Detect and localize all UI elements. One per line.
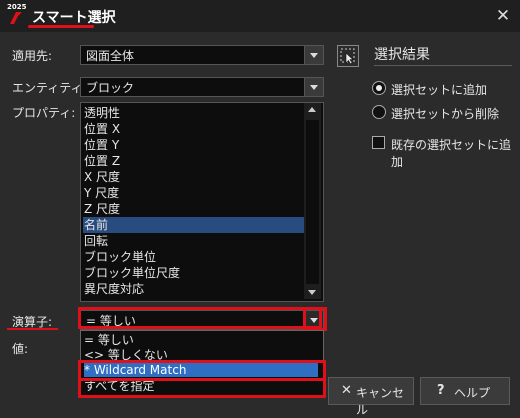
apply-to-value: 図面全体 xyxy=(86,49,135,63)
list-item[interactable]: 位置 Y xyxy=(83,137,305,153)
close-icon: ✕ xyxy=(341,383,352,398)
scrollbar-thumb[interactable] xyxy=(306,120,319,284)
result-divider xyxy=(374,65,512,66)
logo-year: 2025 xyxy=(7,3,27,11)
property-label: プロパティ: xyxy=(12,106,76,120)
chevron-down-icon xyxy=(310,85,318,90)
operator-annotation-underline xyxy=(7,328,58,330)
apply-to-label: 適用先: xyxy=(12,49,53,63)
property-list[interactable]: 透明性 位置 X 位置 Y 位置 Z X 尺度 Y 尺度 Z 尺度 名前 回転 … xyxy=(80,102,324,302)
title-annotation-underline xyxy=(28,25,94,28)
radio-remove-from-selection[interactable] xyxy=(372,105,386,119)
checkbox-append-existing[interactable] xyxy=(372,136,385,149)
list-item[interactable]: X 尺度 xyxy=(83,169,305,185)
radio-add-to-selection[interactable] xyxy=(372,81,386,95)
help-icon: ? xyxy=(437,383,445,398)
dropdown-option[interactable]: = 等しい xyxy=(84,333,318,347)
operator-annotation-frame xyxy=(78,307,322,329)
list-item-selected[interactable]: 名前 xyxy=(83,217,305,233)
apply-to-combo[interactable]: 図面全体 xyxy=(80,45,324,65)
checkbox-append-label: 既存の選択セットに追加 xyxy=(391,138,512,169)
list-item[interactable]: 透明性 xyxy=(83,105,305,121)
radio-remove-label: 選択セットから削除 xyxy=(391,107,500,121)
list-item[interactable]: Z 尺度 xyxy=(83,201,305,217)
scroll-up-icon[interactable] xyxy=(308,107,316,112)
list-item[interactable]: 回転 xyxy=(83,233,305,249)
operator-button-annotation-frame xyxy=(303,307,327,331)
list-item[interactable]: ブロック単位 xyxy=(83,249,305,265)
window-title: スマート選択 xyxy=(32,10,116,26)
list-item[interactable]: Y 尺度 xyxy=(83,185,305,201)
select-cursor-icon xyxy=(340,48,355,65)
entity-dropdown-button[interactable] xyxy=(304,78,323,96)
list-item[interactable]: 位置 Z xyxy=(83,153,305,169)
cancel-label: キャンセル xyxy=(356,386,405,417)
result-section-title: 選択結果 xyxy=(374,47,430,63)
list-item[interactable]: 異尺度対応 xyxy=(83,281,305,297)
scroll-down-icon[interactable] xyxy=(308,290,316,295)
entity-combo[interactable]: ブロック xyxy=(80,77,324,97)
close-icon[interactable]: ✕ xyxy=(493,6,513,26)
dropdown-annotation-divider xyxy=(80,378,324,381)
radio-add-label: 選択セットに追加 xyxy=(391,83,488,97)
entity-value: ブロック xyxy=(86,81,135,95)
list-item[interactable]: ブロック単位尺度 xyxy=(83,265,305,281)
help-button[interactable]: ? ヘルプ xyxy=(420,377,510,405)
cancel-button[interactable]: ✕ キャンセル xyxy=(328,377,414,417)
chevron-down-icon xyxy=(310,53,318,58)
value-label: 値: xyxy=(12,342,29,356)
entity-label: エンティティ: xyxy=(12,81,87,95)
select-objects-button[interactable] xyxy=(337,45,359,67)
help-label: ヘルプ xyxy=(454,386,491,400)
apply-to-dropdown-button[interactable] xyxy=(304,46,323,64)
list-item[interactable]: 位置 X xyxy=(83,121,305,137)
